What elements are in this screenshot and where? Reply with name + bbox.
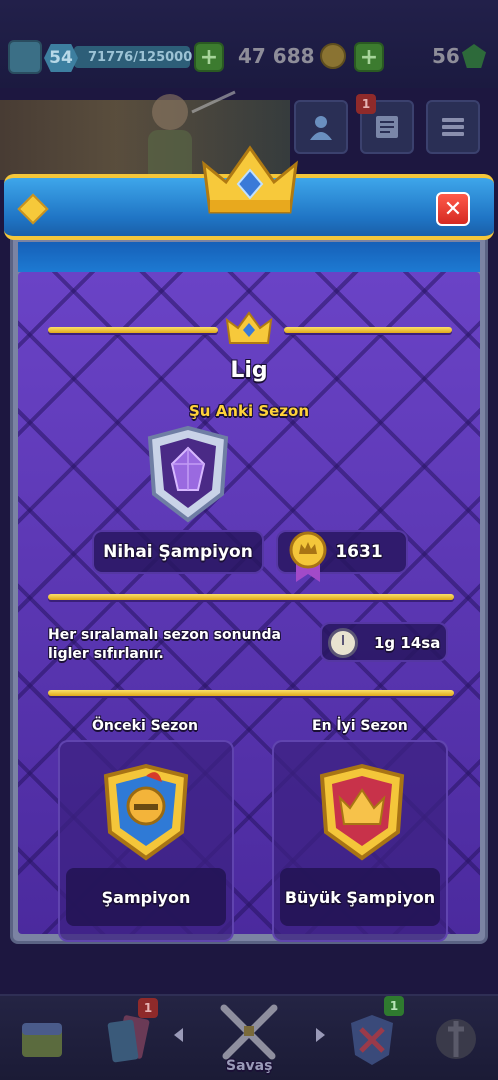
shop-chest-icon: [22, 1023, 62, 1057]
previous-season-league: Şampiyon: [66, 868, 226, 926]
trophy-count: 1631: [335, 542, 383, 562]
divider-lower: [48, 690, 454, 696]
gem-amount: 56: [432, 44, 460, 68]
crossed-swords-icon: [220, 1004, 278, 1060]
divider-middle: [48, 594, 454, 600]
gold-coin-icon: [320, 43, 346, 69]
clan-notification-badge: 1: [384, 996, 404, 1016]
level-badge: 54: [44, 44, 78, 72]
previous-season-card: Şampiyon: [58, 740, 234, 942]
battle-label: Savaş: [226, 1058, 273, 1074]
grand-champion-league-icon: [319, 763, 405, 861]
champion-league-icon: [103, 763, 189, 861]
xp-text: 71776/125000: [88, 49, 193, 65]
nav-left-arrow-icon: [174, 1028, 183, 1042]
menu-button[interactable]: [426, 100, 480, 154]
best-season-card: Büyük Şampiyon: [272, 740, 448, 942]
crown-icon: [202, 145, 298, 214]
cards-notification-badge: 1: [138, 998, 158, 1018]
events-icon: [436, 1019, 476, 1059]
clock-hand: [342, 635, 344, 645]
modal-header-strip: [18, 242, 480, 272]
news-icon: [376, 116, 398, 138]
bottom-navigation: 1 Savaş 1: [0, 994, 498, 1080]
buy-xp-button[interactable]: +: [194, 42, 224, 72]
reset-info-text: Her sıralamalı sezon sonunda ligler sıfı…: [48, 627, 281, 662]
nav-events-tab[interactable]: [414, 996, 498, 1080]
modal-title: Lig: [230, 358, 268, 383]
close-icon: ✕: [443, 196, 463, 222]
league-modal: ✕ Lig Şu Anki Sezon Nihai Şampiyon 1631: [4, 145, 494, 944]
divider-left: [48, 327, 218, 333]
cards-icon: [107, 1015, 150, 1063]
previous-season-label: Önceki Sezon: [92, 718, 198, 734]
clock-icon: [328, 628, 358, 658]
best-season-league: Büyük Şampiyon: [280, 868, 440, 926]
divider-right: [284, 327, 452, 333]
close-button[interactable]: ✕: [436, 192, 470, 226]
ultimate-champion-league-icon: [147, 425, 229, 523]
profile-icon[interactable]: [8, 40, 42, 74]
nav-right-arrow-icon: [316, 1028, 325, 1042]
gold-amount: 47 688: [238, 44, 315, 68]
hamburger-menu-icon: [442, 118, 464, 136]
current-league-pill: Nihai Şampiyon: [92, 530, 264, 574]
xp-bar: 71776/125000: [74, 46, 193, 68]
friends-button[interactable]: [294, 100, 348, 154]
league-panel: Lig Şu Anki Sezon Nihai Şampiyon 1631 He…: [18, 272, 480, 942]
nav-battle-tab[interactable]: Savaş: [188, 996, 310, 1080]
current-league-name: Nihai Şampiyon: [103, 542, 253, 562]
news-notification-badge: 1: [356, 94, 376, 114]
time-left: 1g 14sa: [374, 634, 441, 652]
best-season-label: En İyi Sezon: [312, 718, 408, 734]
small-crown-icon: [225, 311, 273, 344]
friends-icon: [310, 116, 332, 140]
trophy-medal-icon: [289, 531, 327, 582]
diamond-icon: [17, 193, 49, 225]
season-timer: 1g 14sa: [320, 622, 448, 662]
clan-shield-icon: [351, 1015, 393, 1065]
current-season-label: Şu Anki Sezon: [188, 402, 310, 420]
buy-gold-button[interactable]: +: [354, 42, 384, 72]
nav-shop-tab[interactable]: [0, 996, 84, 1080]
